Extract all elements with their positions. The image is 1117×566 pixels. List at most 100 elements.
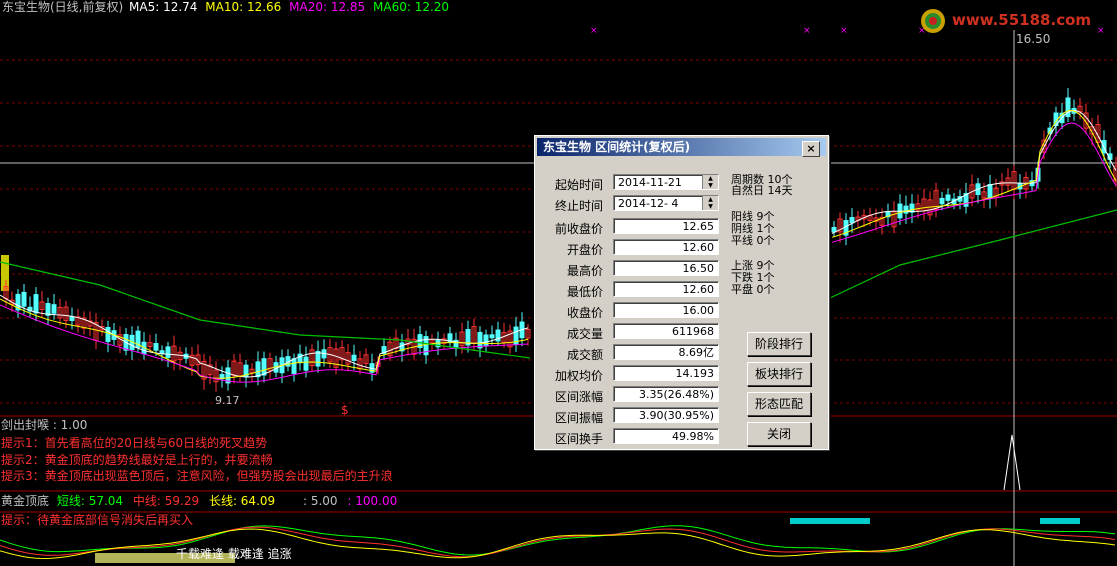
stat-flat: 平盘 0个 [731,283,775,296]
close-icon[interactable]: × [802,141,820,157]
candle-body [351,354,357,361]
stat-yang: 阳线 9个 [731,210,775,223]
tip-2: 提示2：黄金顶底的趋势线最好是上行的，并要流畅 [1,453,273,467]
stat-label: 加权均价 [554,369,603,383]
marker-icon: × [803,26,811,36]
indicator2-line [0,526,1116,558]
marker-icon: × [590,26,598,36]
candle-body [945,194,951,201]
ma10-value: MA10: 12.66 [205,0,282,14]
indicator2-v1: : 5.00 [302,494,338,508]
ma20-value: MA20: 12.85 [289,0,366,14]
candle-body [939,197,945,205]
logo-icon [921,9,945,33]
stat-label: 最低价 [566,285,603,299]
ma60-line [829,209,1117,299]
indicator2-line [0,525,1116,556]
marker-icon: × [840,26,848,36]
stat-value-field: 14.193 [613,365,719,381]
start-time-label: 起始时间 [554,178,603,192]
candle-body [297,353,303,364]
site-logo: www.55188.com [918,6,1110,38]
candle-body [315,350,321,367]
dialog-title-bar[interactable]: 东宝生物 区间统计(复权后) × [537,138,826,157]
stat-value-field: 16.50 [613,260,719,276]
top-zone [790,518,870,524]
stat-value-field: 3.35(26.48%) [613,386,719,402]
stat-value-field: 16.00 [613,302,719,318]
stat-label: 成交额 [566,348,603,362]
signal-spike [1003,434,1021,491]
sector-rank-button[interactable]: 板块排行 [747,362,811,386]
ma-line [831,122,1117,243]
stat-up: 上涨 9个 [731,259,775,272]
indicator1-name: 剑出封喉 : 1.00 [1,418,88,432]
stat-flat-line: 平线 0个 [731,234,775,247]
tip-1: 提示1：首先看高位的20日线与60日线的死叉趋势 [1,436,268,450]
dialog-title: 东宝生物 区间统计(复权后) [543,140,691,154]
indicator2-header: 黄金顶底 短线: 57.04 中线: 59.29 长线: 64.09 : 5.0… [1,495,397,508]
candle-body [153,343,159,351]
candle-body [261,358,267,376]
cursor-marker [1,255,9,291]
candle-body [69,316,75,322]
long-line-value: 长线: 64.09 [208,494,276,508]
stat-down: 下跌 1个 [731,271,775,284]
candle-body [831,226,837,233]
stage-rank-button[interactable]: 阶段排行 [747,332,811,356]
interval-stats-dialog[interactable]: 东宝生物 区间统计(复权后) × 起始时间 2014-11-21 ▲ ▼ 终止时间… [534,135,829,450]
end-date-value: 2014-12- 4 [618,197,679,210]
stat-label: 开盘价 [566,243,603,257]
candle-body [849,217,855,224]
stat-value-field: 8.69亿 [613,344,719,360]
short-line-value: 短线: 57.04 [56,494,124,508]
stat-label: 收盘价 [566,306,603,320]
candle-body [51,304,57,314]
start-date-picker[interactable]: 2014-11-21 ▲ ▼ [613,174,719,190]
indicator2-tip: 提示：待黄金底部信号消失后再买入 [1,513,194,527]
mid-line-value: 中线: 59.29 [132,494,200,508]
indicator2-name: 黄金顶底 [1,494,50,508]
start-date-spin-icon[interactable]: ▲ ▼ [702,175,718,189]
stat-label: 区间振幅 [554,411,603,425]
stat-yin: 阴线 1个 [731,222,775,235]
candle-body [903,205,909,214]
end-date-picker[interactable]: 2014-12- 4 ▲ ▼ [613,195,719,211]
stat-value-field: 12.60 [613,239,719,255]
candle-body [105,326,111,342]
stat-natural-days: 自然日 14天 [731,184,793,197]
stat-value-field: 12.60 [613,281,719,297]
chart-header: 东宝生物(日线,前复权) MA5: 12.74 MA10: 12.66 MA20… [2,1,449,14]
high-price-label: 16.50 [1016,32,1051,46]
candle-body [987,183,993,199]
ma-line [831,110,1117,234]
candle-body [489,334,495,339]
close-button[interactable]: 关闭 [747,422,811,446]
stat-label: 前收盘价 [554,222,603,236]
indicator2-v2: : 100.00 [347,494,398,508]
stat-label: 最高价 [566,264,603,278]
candle-body [165,346,171,359]
candle-body [21,291,27,307]
stat-label: 区间涨幅 [554,390,603,404]
stat-value-field: 49.98% [613,428,719,444]
low-price-label: 9.17 [215,394,240,407]
tip-3: 提示3：黄金顶底出现蓝色顶后，注意风险，但强势股会出现最后的主升浪 [1,469,393,483]
candle-body [33,294,39,314]
logo-text: www.55188.com [952,11,1092,29]
end-date-spin-icon[interactable]: ▲ ▼ [702,196,718,210]
stat-value-field: 611968 [613,323,719,339]
stat-value-field: 3.90(30.95%) [613,407,719,423]
start-date-value: 2014-11-21 [618,176,682,189]
stock-title: 东宝生物(日线,前复权) [2,0,124,14]
indicator2-bottom-text: 千载难逢 载难逢 追涨 [176,547,292,561]
ma5-value: MA5: 12.74 [129,0,198,14]
stat-label: 成交量 [566,327,603,341]
end-time-label: 终止时间 [554,199,603,213]
candle-body [255,361,261,378]
top-zone [1040,518,1080,524]
signal-mark: $ [341,403,349,417]
pattern-match-button[interactable]: 形态匹配 [747,392,811,416]
candle-body [303,356,309,371]
candle-body [291,358,297,374]
